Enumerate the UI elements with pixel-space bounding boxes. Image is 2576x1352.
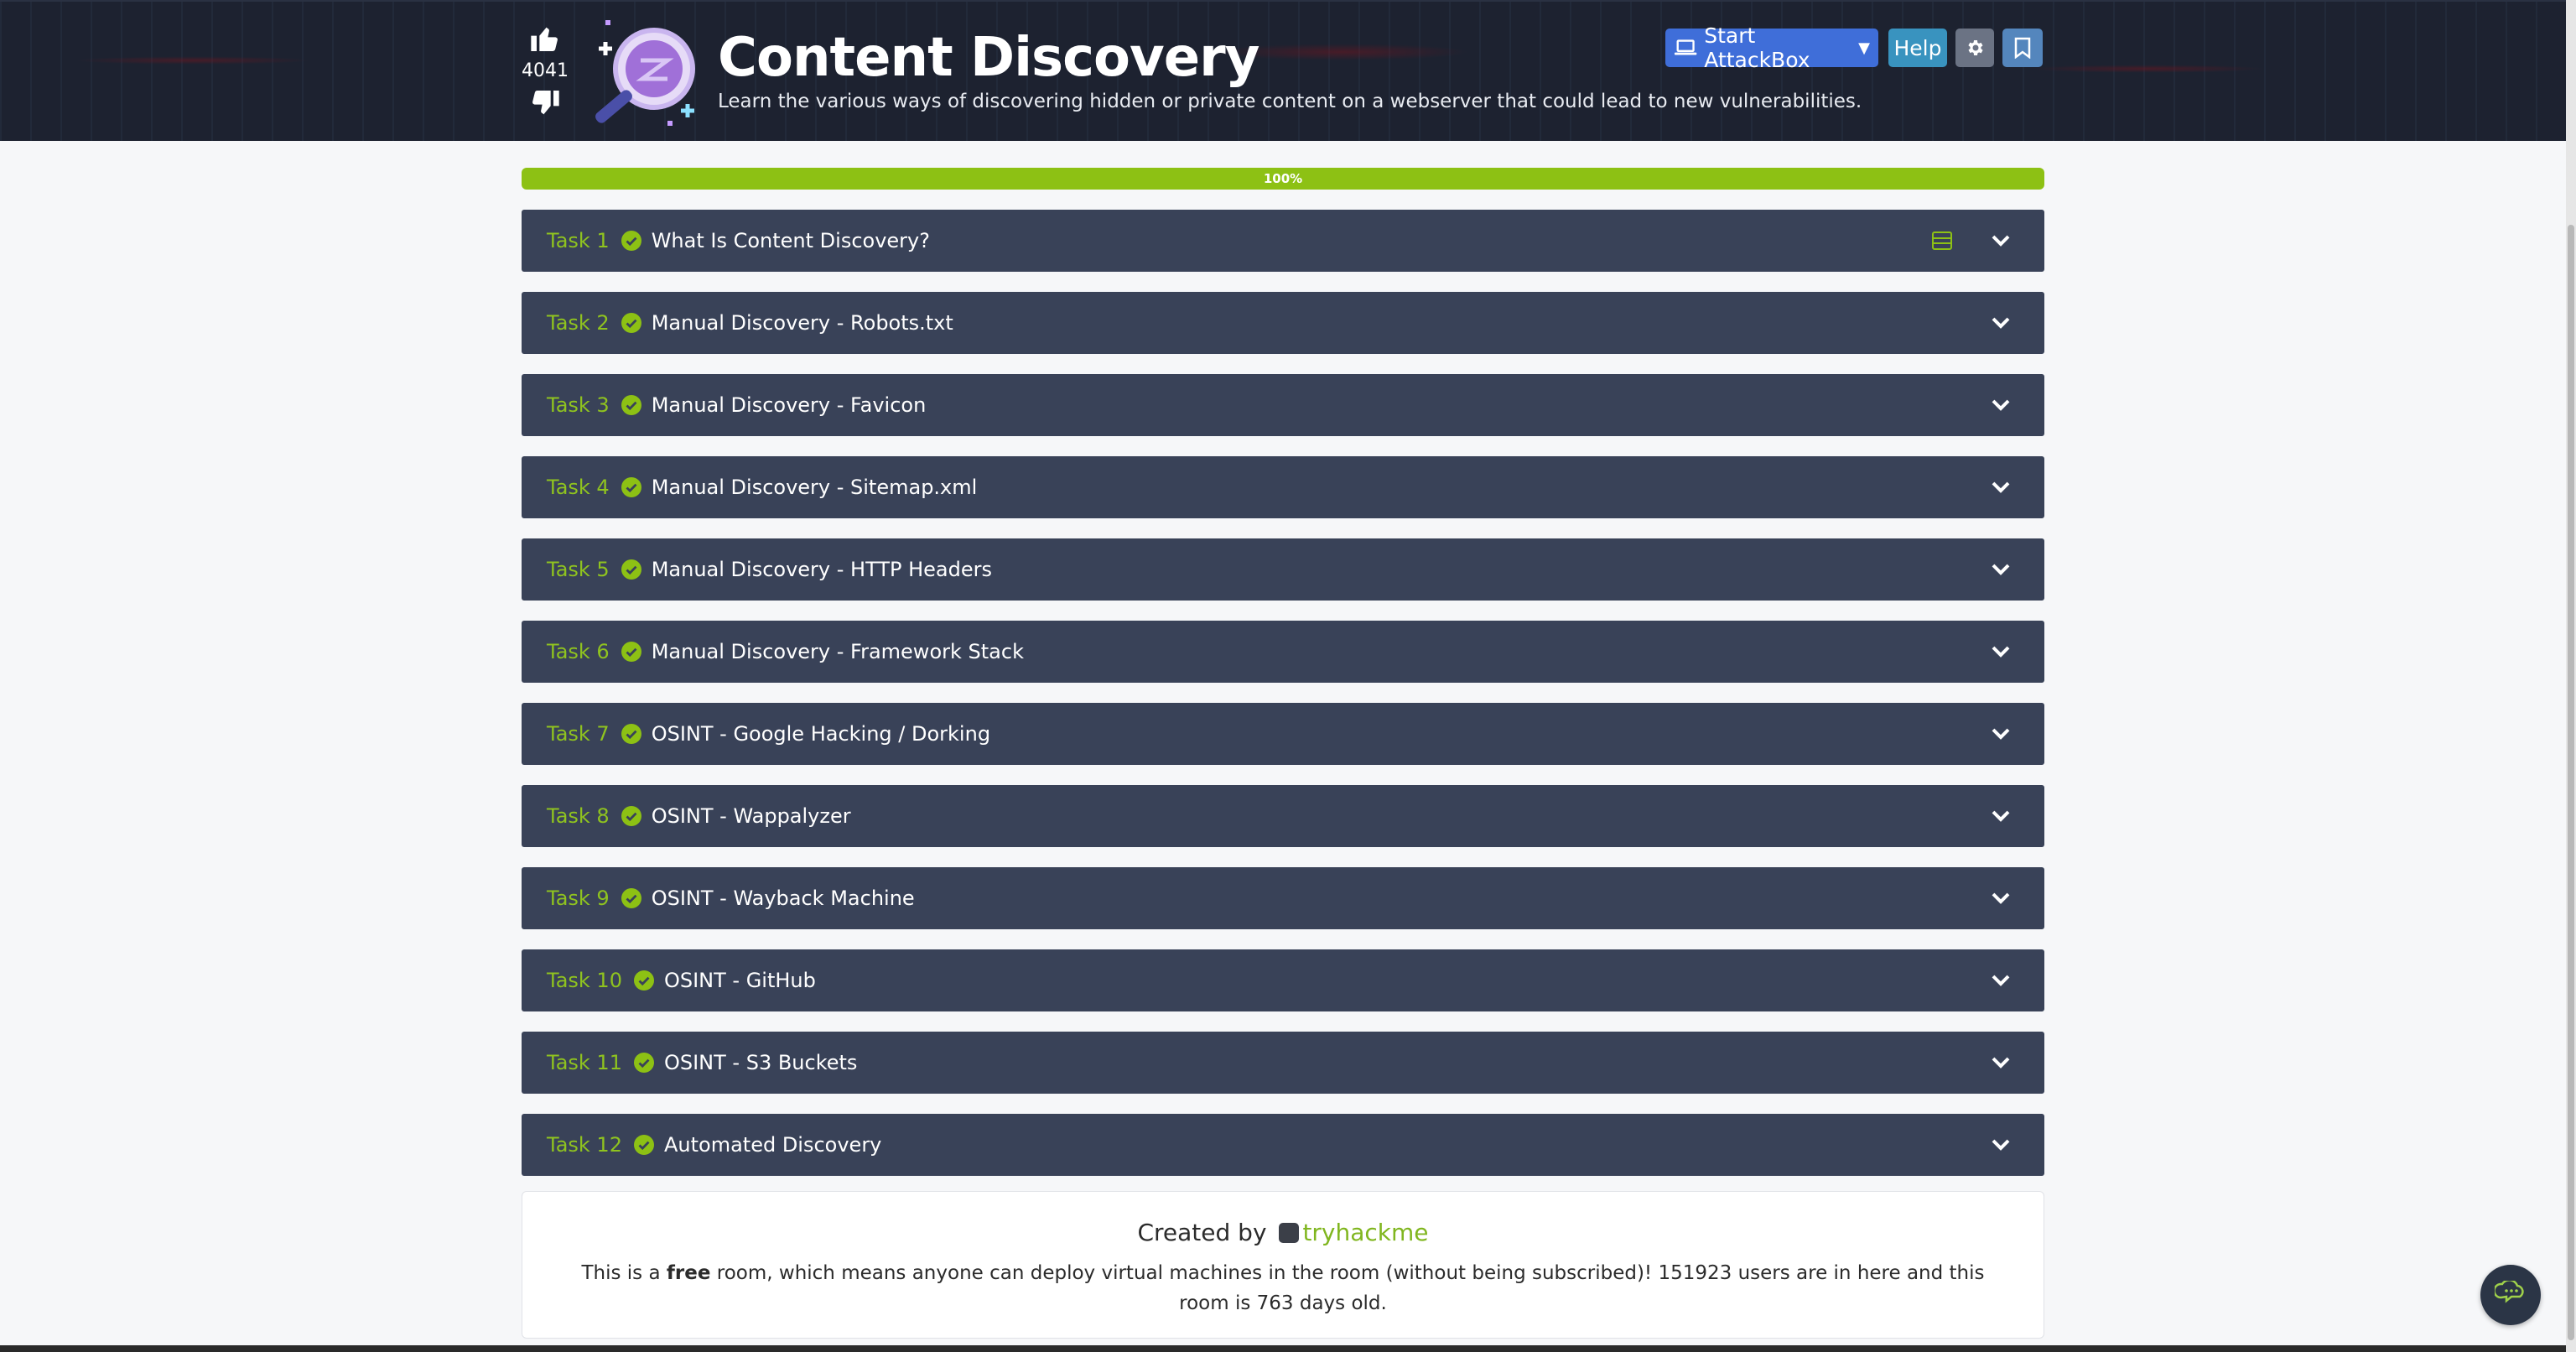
- room-info-card: Created by tryhackme This is a free room…: [522, 1191, 2044, 1339]
- task-row[interactable]: Task 11 OSINT - S3 Buckets: [522, 1032, 2044, 1094]
- task-number: Task 10: [547, 969, 622, 992]
- task-number: Task 9: [547, 887, 610, 910]
- check-circle-icon: [633, 970, 654, 991]
- task-number: Task 4: [547, 476, 610, 499]
- info-text-free: free: [666, 1262, 711, 1284]
- scrollbar-thumb[interactable]: [2568, 225, 2574, 1340]
- task-row[interactable]: Task 9 OSINT - Wayback Machine: [522, 867, 2044, 929]
- check-circle-icon: [621, 806, 641, 826]
- task-row[interactable]: Task 5 Manual Discovery - HTTP Headers: [522, 538, 2044, 601]
- bookmark-icon: [2014, 37, 2031, 59]
- task-row[interactable]: Task 2 Manual Discovery - Robots.txt: [522, 292, 2044, 354]
- caret-down-icon[interactable]: ▼: [1858, 39, 1870, 57]
- chevron-down-icon[interactable]: [1991, 481, 2011, 494]
- task-row[interactable]: Task 3 Manual Discovery - Favicon: [522, 374, 2044, 436]
- room-banner: 4041 Content Discovery Learn the various…: [0, 0, 2566, 141]
- chevron-down-icon[interactable]: [1991, 645, 2011, 658]
- room-progress-bar: 100%: [522, 168, 2044, 190]
- room-info-text: This is a free room, which means anyone …: [556, 1258, 2010, 1318]
- task-title: Manual Discovery - Framework Stack: [651, 640, 1024, 663]
- task-number: Task 6: [547, 640, 610, 663]
- author-link[interactable]: tryhackme: [1302, 1219, 1428, 1246]
- chevron-down-icon[interactable]: [1991, 563, 2011, 576]
- task-number: Task 1: [547, 229, 610, 252]
- task-row[interactable]: Task 7 OSINT - Google Hacking / Dorking: [522, 703, 2044, 765]
- task-number: Task 3: [547, 393, 610, 417]
- vote-count: 4041: [522, 60, 569, 81]
- created-by-label: Created by: [1137, 1219, 1267, 1246]
- chat-button[interactable]: [2480, 1265, 2541, 1325]
- start-attackbox-button[interactable]: Start AttackBox ▼: [1665, 23, 1878, 72]
- task-number: Task 8: [547, 804, 610, 828]
- task-row[interactable]: Task 6 Manual Discovery - Framework Stack: [522, 621, 2044, 683]
- task-title: Manual Discovery - HTTP Headers: [651, 558, 992, 581]
- check-circle-icon: [621, 313, 641, 333]
- info-text-after: room, which means anyone can deploy virt…: [710, 1262, 1985, 1314]
- check-circle-icon: [633, 1053, 654, 1073]
- task-title: Automated Discovery: [663, 1133, 882, 1157]
- attackbox-label: Start AttackBox: [1704, 23, 1810, 72]
- bookmark-button[interactable]: [2002, 29, 2043, 67]
- task-number: Task 5: [547, 558, 610, 581]
- magnifier-room-icon: [595, 20, 695, 126]
- help-button[interactable]: Help: [1888, 29, 1947, 67]
- info-text-before: This is a: [581, 1262, 667, 1284]
- window-bottom-edge: [0, 1345, 2566, 1352]
- room-description: Learn the various ways of discovering hi…: [718, 91, 1862, 112]
- task-title: OSINT - Google Hacking / Dorking: [651, 722, 991, 746]
- thumbs-up-icon[interactable]: [528, 22, 562, 55]
- chevron-down-icon[interactable]: [1991, 234, 2011, 247]
- task-list: Task 1 What Is Content Discovery? Task 2 Ma…: [522, 210, 2044, 1196]
- task-title: Manual Discovery - Favicon: [651, 393, 927, 417]
- task-row[interactable]: Task 4 Manual Discovery - Sitemap.xml: [522, 456, 2044, 518]
- task-number: Task 11: [547, 1051, 622, 1074]
- check-circle-icon: [621, 231, 641, 251]
- check-circle-icon: [633, 1135, 654, 1155]
- task-title: OSINT - Wayback Machine: [651, 887, 915, 910]
- gear-icon: [1968, 40, 1983, 55]
- check-circle-icon: [621, 642, 641, 662]
- chevron-down-icon[interactable]: [1991, 809, 2011, 823]
- task-title: What Is Content Discovery?: [651, 229, 930, 252]
- laptop-icon: [1674, 39, 1697, 55]
- created-by-line: Created by tryhackme: [522, 1219, 2044, 1246]
- chevron-down-icon[interactable]: [1991, 398, 2011, 412]
- task-title: OSINT - S3 Buckets: [663, 1051, 858, 1074]
- vote-widget: 4041: [517, 22, 574, 120]
- task-row[interactable]: Task 8 OSINT - Wappalyzer: [522, 785, 2044, 847]
- check-circle-icon: [621, 724, 641, 744]
- chevron-down-icon[interactable]: [1991, 892, 2011, 905]
- check-circle-icon: [621, 395, 641, 415]
- author-avatar: [1279, 1223, 1300, 1243]
- task-title: Manual Discovery - Robots.txt: [651, 311, 953, 335]
- notes-icon[interactable]: [1932, 231, 1952, 250]
- task-row[interactable]: Task 1 What Is Content Discovery?: [522, 210, 2044, 272]
- chevron-down-icon[interactable]: [1991, 316, 2011, 330]
- task-number: Task 7: [547, 722, 610, 746]
- task-row[interactable]: Task 10 OSINT - GitHub: [522, 949, 2044, 1011]
- chevron-down-icon[interactable]: [1991, 974, 2011, 987]
- check-circle-icon: [621, 888, 641, 908]
- check-circle-icon: [621, 477, 641, 497]
- chat-icon: [2495, 1281, 2524, 1303]
- chevron-down-icon[interactable]: [1991, 727, 2011, 741]
- page-scrollbar[interactable]: [2566, 0, 2576, 1352]
- task-title: OSINT - GitHub: [663, 969, 816, 992]
- progress-fill: 100%: [522, 168, 2044, 190]
- progress-label: 100%: [1263, 171, 1303, 186]
- task-title: OSINT - Wappalyzer: [651, 804, 851, 828]
- check-circle-icon: [621, 559, 641, 580]
- task-title: Manual Discovery - Sitemap.xml: [651, 476, 978, 499]
- task-number: Task 2: [547, 311, 610, 335]
- settings-button[interactable]: [1955, 29, 1994, 67]
- chevron-down-icon[interactable]: [1991, 1056, 2011, 1069]
- task-row[interactable]: Task 12 Automated Discovery: [522, 1114, 2044, 1176]
- chevron-down-icon[interactable]: [1991, 1138, 2011, 1152]
- task-number: Task 12: [547, 1133, 622, 1157]
- thumbs-down-icon[interactable]: [528, 86, 562, 120]
- page-title: Content Discovery: [718, 27, 1259, 89]
